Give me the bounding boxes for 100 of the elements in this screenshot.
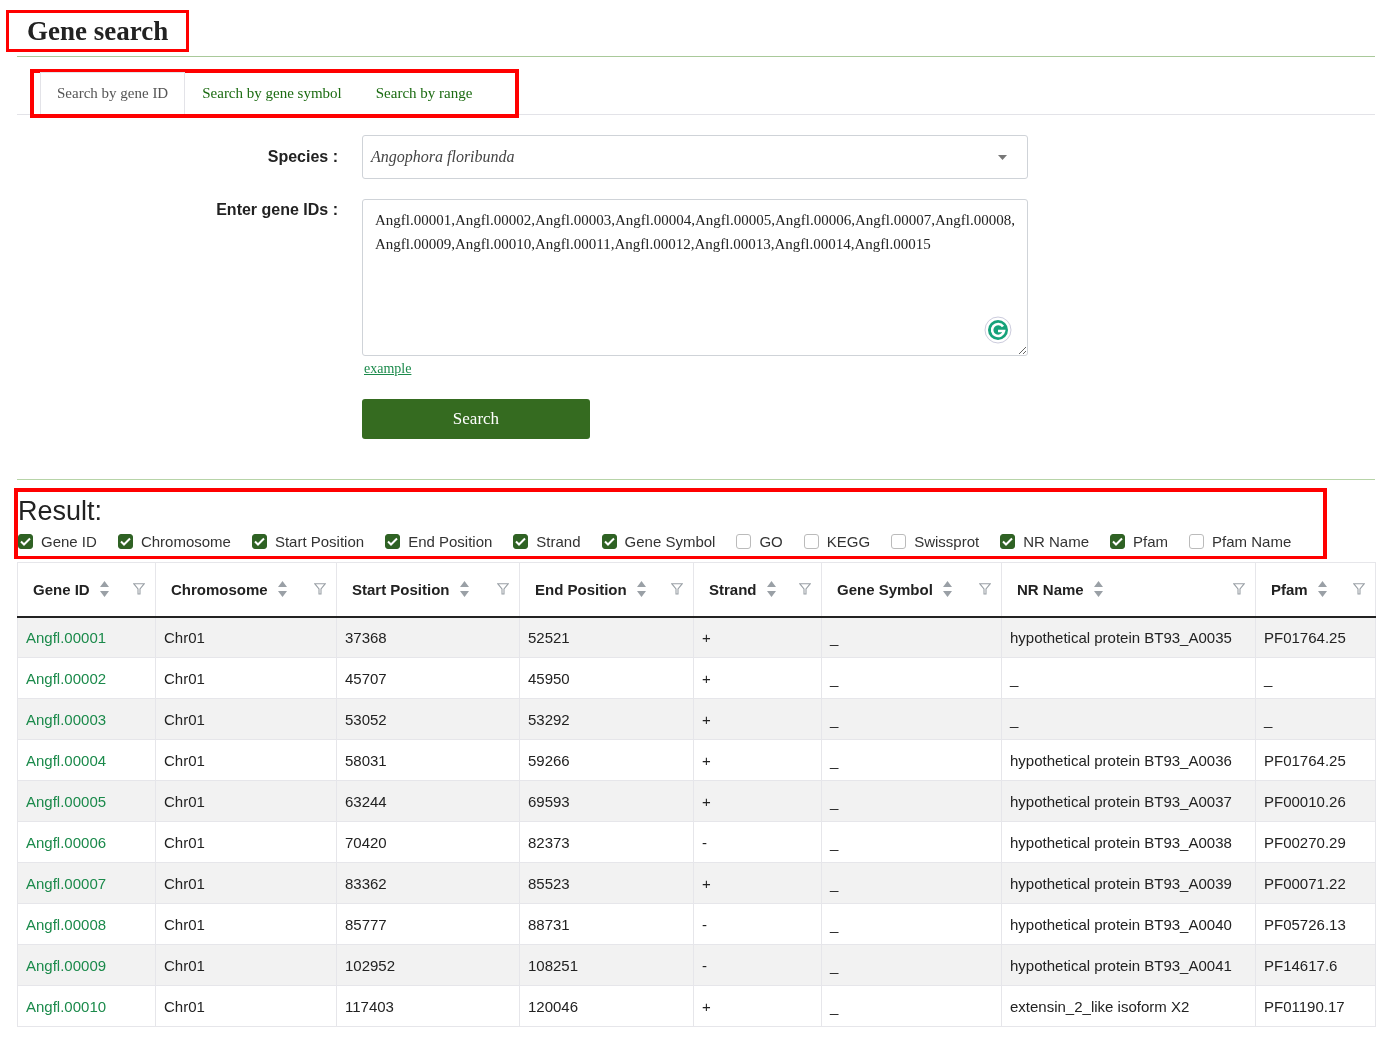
table-cell: Chr01 [155,657,337,699]
checkbox[interactable] [736,534,752,549]
column-header[interactable]: NR Name [1001,562,1256,617]
column-header[interactable]: Gene Symbol [821,562,1002,617]
filter-icon[interactable] [1353,583,1365,596]
table-cell: 120046 [519,985,694,1027]
table-cell: 85523 [519,862,694,904]
table-cell: Chr01 [155,739,337,781]
sort-icon[interactable] [636,580,646,599]
result-heading: Result: [18,495,104,528]
table-cell: + [693,657,822,699]
checkbox-label: GO [759,533,783,550]
sort-icon[interactable] [1093,580,1103,599]
filter-icon[interactable] [671,583,683,596]
search-button[interactable]: Search [362,399,590,439]
table-cell: _ [821,657,1002,699]
table-cell: PF14617.6 [1255,944,1376,986]
checkbox-label: Pfam [1133,533,1169,550]
table-cell: _ [821,862,1002,904]
column-header[interactable]: Gene ID [17,562,156,617]
sort-icon[interactable] [99,580,109,599]
sort-icon[interactable] [1317,580,1327,599]
checkbox[interactable] [251,534,267,549]
checkbox[interactable] [385,534,401,549]
table-cell: _ [821,698,1002,740]
caret-icon [998,154,1007,160]
table-cell: 45707 [336,657,520,699]
table-cell: + [693,739,822,781]
checkbox[interactable] [18,534,33,549]
tab[interactable]: Search by gene ID [40,72,186,114]
table-cell: Chr01 [155,903,337,945]
column-header[interactable]: Chromosome [155,562,337,617]
gene-ids-field[interactable]: Angfl.00001,Angfl.00002,Angfl.00003,Angfl.00004,Angfl.00005,Angfl.00006,Angfl.00007,Angfl.00008,Angfl.00009,Angfl.00010,Angfl.00011,Angfl.00012,Angfl.00013,Angfl.00014,Angfl.00015 [362,199,1028,356]
table-cell: hypothetical protein BT93_A0035 [1001,616,1256,658]
tab[interactable]: Search by range [358,72,490,114]
checkbox-label: Swissprot [914,533,980,550]
table-cell: 53292 [519,698,694,740]
table-cell: hypothetical protein BT93_A0040 [1001,903,1256,945]
checkbox-label: KEGG [826,533,871,550]
checkbox[interactable] [513,534,529,549]
table-cell: Chr01 [155,616,337,658]
column-header[interactable]: Start Position [336,562,520,617]
checkbox-label: End Position [408,533,493,550]
checkbox-label: Pfam Name [1212,533,1292,550]
checkbox[interactable] [1189,534,1205,549]
table-cell: _ [821,903,1002,945]
filter-icon[interactable] [497,583,509,596]
table-cell: 52521 [519,616,694,658]
filter-icon[interactable] [979,583,991,596]
sort-icon[interactable] [459,580,469,599]
column-title: NR Name [1017,580,1084,598]
table-cell: 83362 [336,862,520,904]
column-title: Gene ID [33,580,90,598]
table-cell: _ [821,739,1002,781]
filter-icon[interactable] [133,583,145,596]
column-header[interactable]: Strand [693,562,822,617]
sort-icon[interactable] [766,580,776,599]
filter-icon[interactable] [799,583,811,596]
sort-icon[interactable] [277,580,287,599]
table-cell: PF00270.29 [1255,821,1376,863]
checkbox[interactable] [803,534,819,549]
column-title: End Position [535,580,627,598]
table-cell: _ [1255,698,1376,740]
column-header[interactable]: End Position [519,562,694,617]
table-cell: Chr01 [155,862,337,904]
table-cell: _ [821,780,1002,822]
table-cell: PF00071.22 [1255,862,1376,904]
example-link[interactable]: example [364,361,412,377]
checkbox[interactable] [601,534,617,549]
table-cell: Chr01 [155,698,337,740]
table-cell: PF00010.26 [1255,780,1376,822]
page-title: Gene search [27,15,169,47]
filter-icon[interactable] [1233,583,1245,596]
column-title: Pfam [1271,580,1308,598]
species-dropdown[interactable]: Angophora floribunda [362,135,1028,179]
tab[interactable]: Search by gene symbol [185,72,359,114]
checkbox-label: Start Position [274,533,365,550]
table-cell: _ [1001,698,1256,740]
table-cell: + [693,698,822,740]
checkbox[interactable] [1110,534,1126,549]
checkbox[interactable] [117,534,133,549]
table-cell: 108251 [519,944,694,986]
table-cell: + [693,616,822,658]
checkbox-label: Strand [536,533,581,550]
table-cell: hypothetical protein BT93_A0038 [1001,821,1256,863]
checkbox[interactable] [1000,534,1016,549]
table-cell: Chr01 [155,944,337,986]
table-cell: _ [821,944,1002,986]
table-cell: 53052 [336,698,520,740]
table-cell: 85777 [336,903,520,945]
column-header[interactable]: Pfam [1255,562,1376,617]
checkbox[interactable] [891,534,907,549]
table-cell: 45950 [519,657,694,699]
sort-icon[interactable] [942,580,952,599]
filter-icon[interactable] [314,583,326,596]
g-logo-icon [984,316,1012,344]
table-cell: Chr01 [155,780,337,822]
table-cell: 117403 [336,985,520,1027]
table-cell: _ [1255,657,1376,699]
column-title: Strand [709,580,757,598]
